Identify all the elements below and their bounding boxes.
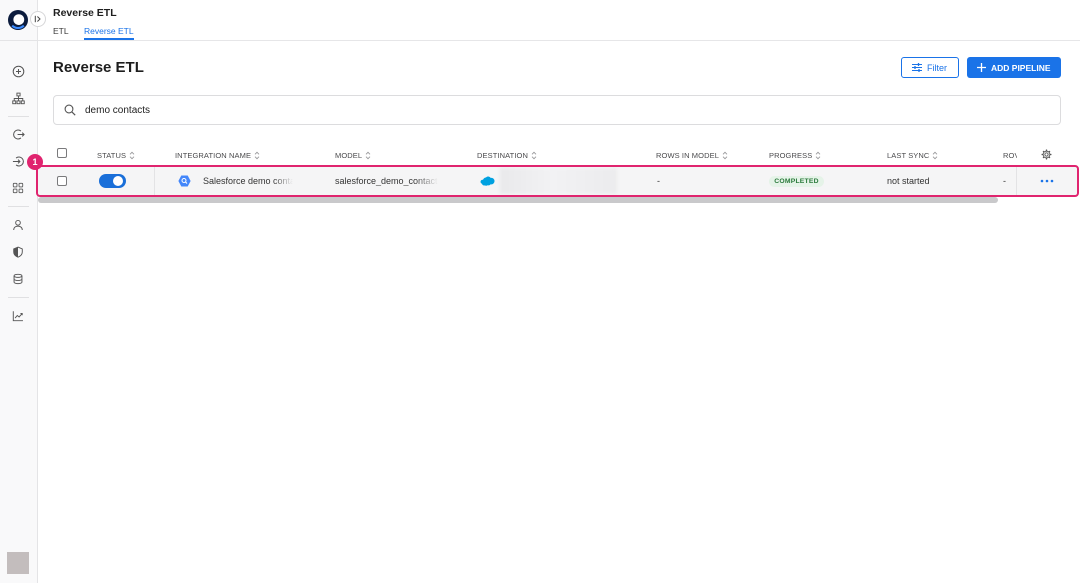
redacted-destination-name <box>500 168 617 194</box>
sidebar-item-security[interactable] <box>7 241 29 263</box>
sort-icon <box>933 151 938 159</box>
column-header-progress[interactable]: PROGRESS <box>769 150 821 160</box>
status-toggle[interactable] <box>99 174 126 188</box>
sidebar-divider <box>8 206 29 207</box>
sidebar-item-data[interactable] <box>7 268 29 290</box>
horizontal-scrollbar[interactable] <box>38 197 998 203</box>
column-header-truncated[interactable]: ROV <box>1003 150 1017 160</box>
tab-reverse-etl[interactable]: Reverse ETL <box>84 25 134 37</box>
sidebar <box>0 0 38 583</box>
shield-icon <box>13 246 23 258</box>
filter-button[interactable]: Filter <box>901 57 959 78</box>
sidebar-item-create[interactable] <box>7 60 29 82</box>
column-label: STATUS <box>97 150 127 160</box>
tab-etl[interactable]: ETL <box>53 25 69 37</box>
user-icon <box>13 219 23 231</box>
column-divider <box>1016 167 1017 195</box>
sidebar-item-apps[interactable] <box>7 177 29 199</box>
column-label: PROGRESS <box>769 150 813 160</box>
add-pipeline-button[interactable]: ADD PIPELINE <box>967 57 1061 78</box>
column-header-model[interactable]: MODEL <box>335 150 371 160</box>
import-icon <box>12 156 24 166</box>
more-dots-icon <box>1040 179 1054 183</box>
column-divider <box>154 167 155 195</box>
rows-in-model-value: - <box>657 176 660 186</box>
column-header-status[interactable]: STATUS <box>97 150 135 160</box>
sort-icon <box>722 151 728 159</box>
sidebar-item-export[interactable] <box>7 123 29 145</box>
sort-icon <box>254 151 260 159</box>
top-bar <box>38 0 1080 41</box>
column-header-integration-name[interactable]: INTEGRATION NAME <box>175 150 260 160</box>
search-box[interactable] <box>53 95 1061 125</box>
column-label: INTEGRATION NAME <box>175 150 252 160</box>
toggle-knob <box>113 176 123 186</box>
sidebar-item-pipelines[interactable] <box>7 87 29 109</box>
model-name: salesforce_demo_contact <box>335 176 438 186</box>
sliders-icon <box>912 63 922 72</box>
export-icon <box>12 129 25 139</box>
column-header-rows-in-model[interactable]: ROWS IN MODEL <box>656 150 728 160</box>
gear-icon <box>1041 149 1052 160</box>
filter-button-label: Filter <box>927 62 947 73</box>
sidebar-item-import[interactable] <box>7 150 29 172</box>
truncated-column-value: - <box>1003 176 1006 186</box>
sidebar-divider <box>0 40 37 41</box>
status-badge: COMPLETED <box>769 176 824 187</box>
apps-grid-icon <box>12 182 24 194</box>
sort-icon <box>365 151 371 159</box>
plus-circle-icon <box>12 65 24 77</box>
active-tab-indicator <box>84 38 134 40</box>
integration-name-link[interactable]: Salesforce demo conta <box>203 176 293 186</box>
row-actions-button[interactable] <box>1038 175 1056 187</box>
column-header-destination[interactable]: DESTINATION <box>477 150 537 160</box>
hierarchy-icon <box>11 92 25 104</box>
column-label: DESTINATION <box>477 150 528 160</box>
sidebar-expand-icon <box>34 15 41 23</box>
row-checkbox[interactable] <box>57 176 67 186</box>
select-all-checkbox[interactable] <box>57 148 67 158</box>
add-pipeline-label: ADD PIPELINE <box>991 62 1051 73</box>
app-title: Reverse ETL <box>53 7 117 19</box>
salesforce-cloud-icon <box>480 176 495 186</box>
sort-icon <box>129 151 135 159</box>
column-label: ROV <box>1003 150 1017 160</box>
logo-icon[interactable] <box>7 9 29 31</box>
plus-icon <box>977 63 986 72</box>
sort-icon <box>815 151 821 159</box>
database-icon <box>13 273 23 285</box>
column-label: MODEL <box>335 150 363 160</box>
line-chart-icon <box>12 311 23 322</box>
sidebar-item-analytics[interactable] <box>7 305 29 327</box>
step-number-badge: 1 <box>27 154 43 170</box>
sort-icon <box>531 151 537 159</box>
column-header-last-sync[interactable]: LAST SYNC <box>887 150 938 160</box>
avatar[interactable] <box>7 552 29 574</box>
last-sync-value: not started <box>887 176 930 186</box>
bigquery-icon <box>178 175 191 187</box>
sidebar-divider <box>8 116 29 117</box>
column-label: ROWS IN MODEL <box>656 150 719 160</box>
column-label: LAST SYNC <box>887 150 930 160</box>
table-settings-button[interactable] <box>1041 149 1052 160</box>
page-title: Reverse ETL <box>53 59 144 76</box>
search-icon <box>64 104 76 116</box>
sidebar-item-users[interactable] <box>7 214 29 236</box>
sidebar-divider <box>8 297 29 298</box>
search-input[interactable] <box>85 103 985 117</box>
sidebar-expand-button[interactable] <box>30 11 46 27</box>
